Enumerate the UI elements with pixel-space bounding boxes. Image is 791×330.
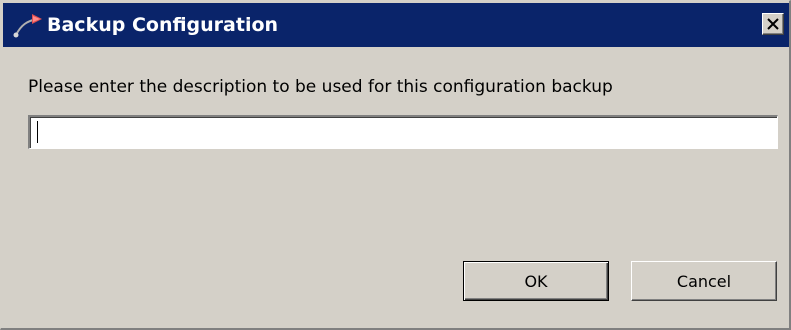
close-button[interactable] bbox=[762, 13, 784, 35]
dialog-title: Backup Configuration bbox=[47, 14, 279, 36]
backup-arrow-icon bbox=[13, 11, 43, 39]
cancel-button[interactable]: Cancel bbox=[631, 261, 777, 301]
text-caret bbox=[37, 121, 38, 143]
backup-configuration-dialog: Backup Configuration Please enter the de… bbox=[0, 0, 791, 330]
description-input[interactable] bbox=[28, 115, 778, 149]
description-prompt: Please enter the description to be used … bbox=[28, 77, 613, 97]
ok-button[interactable]: OK bbox=[463, 261, 609, 301]
title-bar[interactable]: Backup Configuration bbox=[3, 3, 789, 47]
close-icon bbox=[767, 15, 779, 34]
